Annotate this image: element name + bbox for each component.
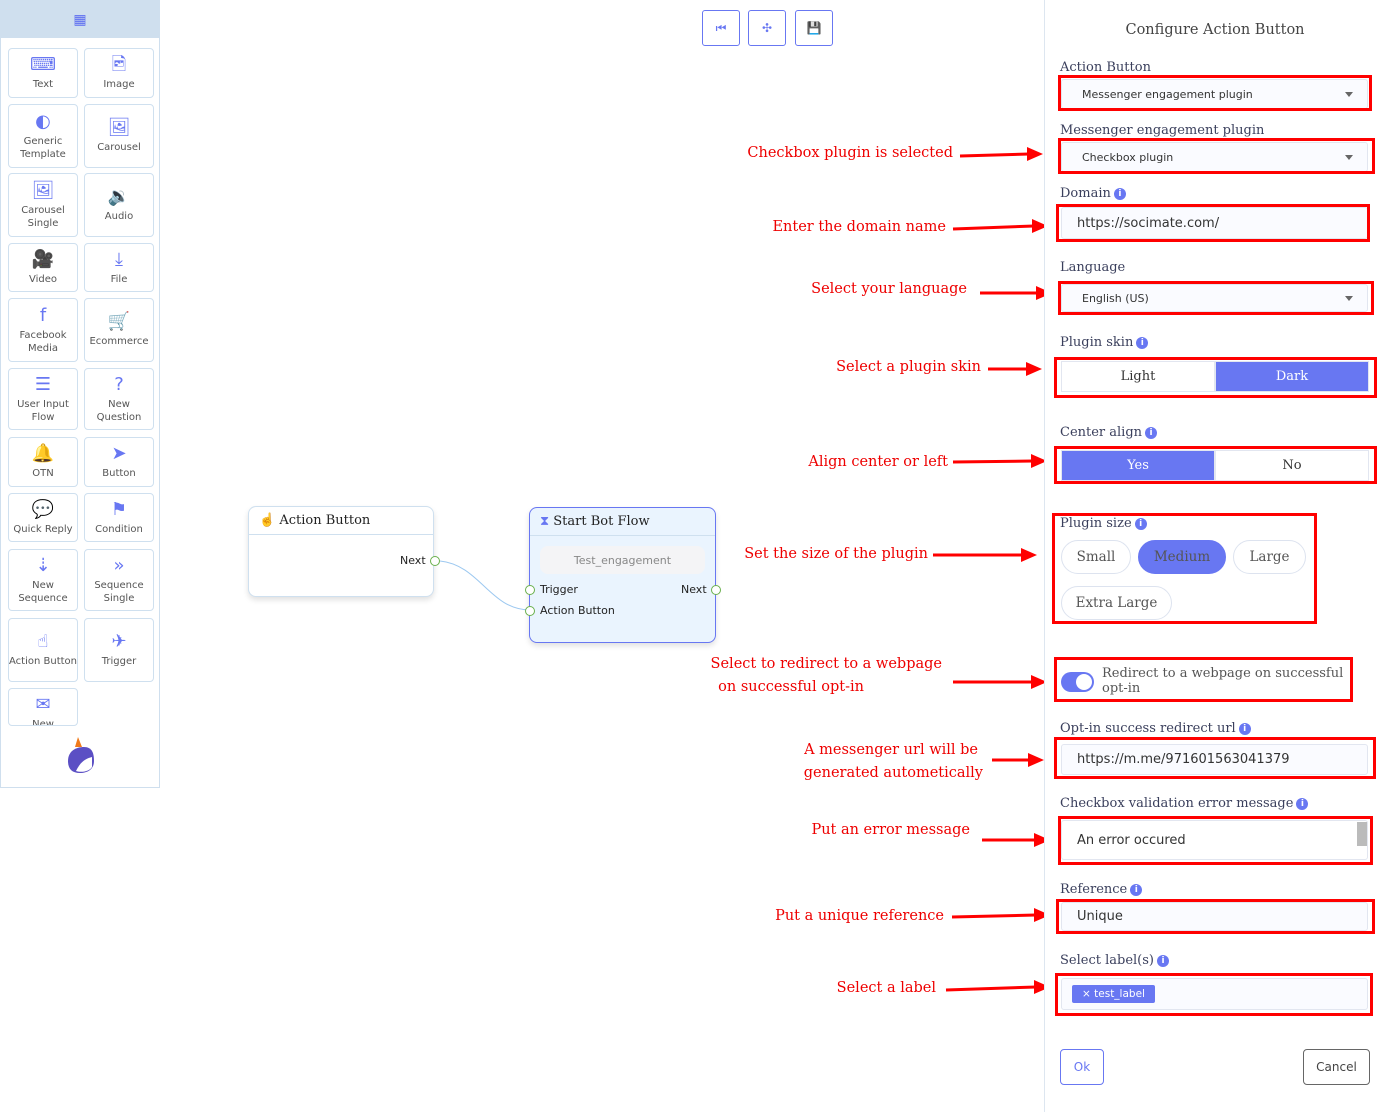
select-value: Messenger engagement plugin (1082, 87, 1253, 101)
error-message-textarea[interactable]: An error occured (1061, 820, 1368, 860)
arrow-head (1021, 548, 1037, 562)
annotation-text: Enter the domain name (772, 219, 946, 235)
hourglass-icon: ⧗ (540, 514, 550, 529)
arrow-head (1031, 454, 1045, 468)
annotation-arrow (952, 224, 1035, 231)
size-option-small[interactable]: Small (1061, 540, 1131, 574)
annotation-text: Select a plugin skin (836, 359, 981, 375)
annotation-arrow (959, 152, 1030, 158)
labels-multiselect[interactable]: × test_label (1061, 978, 1368, 1010)
hand-pointer-icon: ☝ (259, 513, 276, 528)
select-value: Checkbox plugin (1082, 150, 1174, 164)
center-align-toggle: Yes No (1061, 450, 1369, 481)
field-label: Opt-in success redirect url (1060, 721, 1236, 736)
ok-button[interactable]: Ok (1060, 1049, 1104, 1085)
annotation-arrow (951, 913, 1037, 919)
arrow-head (1026, 362, 1042, 376)
select-value: English (US) (1082, 291, 1149, 305)
input-label: Trigger (540, 583, 578, 596)
reference-input[interactable]: Unique (1061, 902, 1368, 931)
annotation-text: Select to redirect to a webpage (710, 656, 942, 672)
annotation-arrow (952, 459, 1034, 464)
redirect-toggle-label: Redirect to a webpage on successful opt-… (1102, 666, 1344, 696)
plugin-skin-toggle: Light Dark (1061, 361, 1369, 392)
annotation-text: Checkbox plugin is selected (747, 145, 953, 161)
scrollbar[interactable] (1357, 822, 1367, 846)
size-option-large[interactable]: Large (1233, 540, 1306, 574)
field-label: Select label(s) (1060, 953, 1154, 968)
node-title: Action Button (279, 513, 371, 528)
annotation-text: Put a unique reference (775, 908, 944, 924)
redirect-toggle-switch[interactable] (1061, 672, 1094, 692)
panel-title: Configure Action Button (1125, 22, 1305, 38)
field-label: Language (1060, 260, 1126, 275)
field-label: Plugin size (1060, 516, 1132, 531)
info-icon[interactable]: i (1136, 336, 1149, 349)
info-icon[interactable]: i (1238, 722, 1251, 735)
label-tag-text: test_label (1094, 988, 1145, 1000)
arrow-head (1028, 753, 1044, 767)
redirect-url-input[interactable]: https://m.me/971601563041379 (1061, 744, 1368, 775)
info-icon[interactable]: i (1145, 426, 1158, 439)
caret-down-icon (1345, 92, 1353, 101)
skin-option-light[interactable]: Light (1061, 361, 1215, 392)
field-label: Plugin skin (1060, 335, 1134, 350)
caret-down-icon (1345, 296, 1353, 305)
start-bot-flow-node[interactable]: ⧗ Start Bot Flow Test_engagement (529, 507, 716, 643)
skin-option-dark[interactable]: Dark (1215, 361, 1369, 392)
annotation-text: Put an error message (811, 822, 970, 838)
annotation-text: generated autometically (803, 765, 983, 781)
output-port-next[interactable] (430, 556, 440, 566)
node-title: Start Bot Flow (553, 514, 650, 529)
info-icon[interactable]: i (1113, 187, 1126, 200)
info-icon[interactable]: i (1156, 954, 1169, 967)
field-label: Center align (1060, 425, 1143, 440)
annotation-text: Select your language (811, 281, 967, 297)
label-tag[interactable]: × test_label (1072, 985, 1155, 1003)
action-button-select[interactable]: Messenger engagement plugin (1061, 79, 1368, 109)
language-select[interactable]: English (US) (1061, 284, 1368, 312)
align-option-yes[interactable]: Yes (1061, 450, 1215, 481)
field-label: Domain (1060, 186, 1111, 201)
annotation-text: Select a label (836, 980, 936, 996)
info-icon[interactable]: i (1296, 797, 1309, 810)
output-label: Next (400, 554, 426, 567)
field-label: Action Button (1060, 60, 1151, 75)
engagement-plugin-select[interactable]: Checkbox plugin (1061, 142, 1368, 172)
input-label: Action Button (540, 604, 615, 617)
info-icon[interactable]: i (1130, 883, 1143, 896)
annotation-text: on successful opt-in (718, 679, 864, 695)
domain-input[interactable]: https://socimate.com/ (1061, 207, 1368, 239)
cancel-button[interactable]: Cancel (1303, 1049, 1370, 1085)
postback-input[interactable]: Test_engagement (540, 546, 705, 574)
input-port-trigger[interactable] (525, 585, 535, 595)
field-label: Reference (1060, 882, 1128, 897)
align-option-no[interactable]: No (1215, 450, 1369, 481)
field-label: Checkbox validation error message (1060, 796, 1294, 811)
field-label: Messenger engagement plugin (1060, 123, 1265, 138)
output-label: Next (681, 583, 707, 596)
input-port-action-button[interactable] (525, 606, 535, 616)
size-option-extra-large[interactable]: Extra Large (1061, 586, 1172, 620)
annotation-text: Align center or left (808, 454, 948, 470)
arrow-head (1031, 675, 1045, 689)
annotation-text: A messenger url will be (804, 742, 978, 758)
annotation-arrow (945, 985, 1037, 992)
info-icon[interactable]: i (1134, 517, 1147, 530)
connection-line (439, 560, 531, 611)
output-port-next[interactable] (711, 585, 721, 595)
annotation-text: Set the size of the plugin (744, 546, 928, 562)
action-button-node[interactable]: ☝ Action Button (248, 506, 434, 597)
arrow-head (1027, 147, 1043, 161)
caret-down-icon (1345, 155, 1353, 164)
size-option-medium[interactable]: Medium (1138, 540, 1226, 574)
